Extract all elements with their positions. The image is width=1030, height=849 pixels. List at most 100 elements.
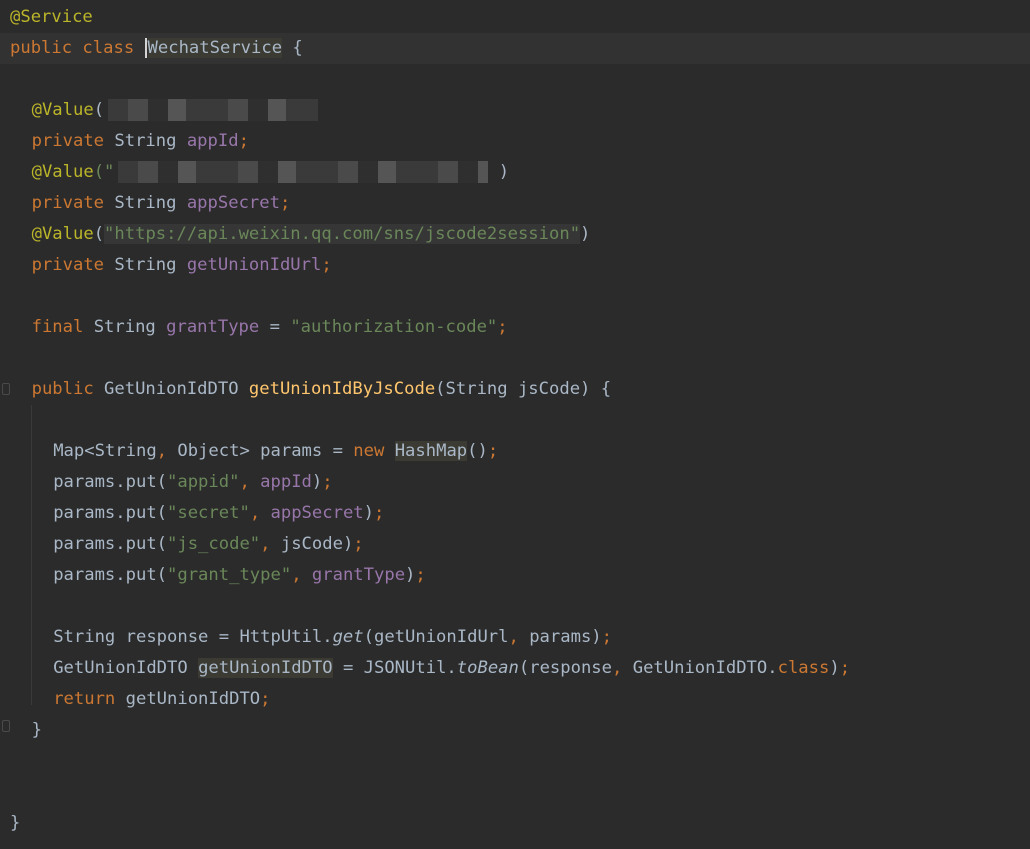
code-line[interactable]: String response = HttpUtil.get(getUnionI… (0, 622, 1030, 653)
code-line[interactable]: } (0, 715, 1030, 746)
code-line[interactable]: params.put("grant_type", grantType); (0, 560, 1030, 591)
code-token: String (114, 255, 187, 275)
code-token: ; (321, 255, 332, 275)
code-token: ; (279, 193, 291, 213)
code-line[interactable]: @Value( (0, 95, 1030, 126)
code-token: (response (518, 658, 613, 678)
code-token: ; (415, 565, 426, 585)
code-token: } (10, 813, 21, 833)
code-token: = (259, 317, 291, 337)
code-token: appSecret (270, 503, 364, 523)
code-token: WechatService (147, 38, 283, 58)
code-token: String (114, 193, 187, 213)
code-line[interactable] (0, 281, 1030, 312)
text-caret (144, 38, 147, 58)
code-token: ; (238, 131, 249, 151)
code-token: params.put( (53, 472, 168, 492)
code-token: getUnionIdDTO (198, 658, 333, 678)
code-token: grantType (166, 317, 260, 337)
code-line[interactable]: public class WechatService { (0, 33, 1030, 64)
code-token: public class (10, 38, 145, 58)
code-token: ) (580, 224, 591, 244)
code-token: (getUnionIdUrl (363, 627, 509, 647)
code-token: Map<String (53, 441, 157, 461)
code-line[interactable] (0, 64, 1030, 95)
code-token: , (291, 565, 312, 585)
code-token: } (31, 720, 42, 740)
code-token: "authorization-code" (290, 317, 498, 337)
code-token: @Value (31, 224, 94, 244)
code-token: GetUnionIdDTO (104, 379, 249, 399)
code-token: ) (829, 658, 840, 678)
code-token: getUnionIdUrl (186, 255, 322, 275)
code-line[interactable] (0, 343, 1030, 374)
code-token: @Value (31, 100, 94, 120)
code-line[interactable]: params.put("secret", appSecret); (0, 498, 1030, 529)
code-token: , (260, 534, 281, 554)
code-token: ; (839, 658, 851, 678)
code-token: (" (93, 162, 115, 182)
code-token: appSecret (186, 193, 280, 213)
code-token: appId (260, 472, 312, 492)
code-line[interactable]: @Value("https://api.weixin.qq.com/sns/js… (0, 219, 1030, 250)
code-line[interactable] (0, 746, 1030, 777)
code-line[interactable]: return getUnionIdDTO; (0, 684, 1030, 715)
code-token: ) (405, 565, 416, 585)
code-token: @Value (31, 162, 94, 182)
code-line[interactable]: public GetUnionIdDTO getUnionIdByJsCode(… (0, 374, 1030, 405)
code-token: String response = HttpUtil. (53, 627, 333, 647)
code-token: ( (93, 224, 105, 244)
code-token: String (114, 131, 187, 151)
code-token: ( (93, 100, 105, 120)
code-line[interactable]: @Value(" ) (0, 157, 1030, 188)
code-token: "https://api.weixin.qq.com/sns/jscode2se… (104, 224, 581, 244)
code-line[interactable] (0, 405, 1030, 436)
code-line[interactable]: @Service (0, 2, 1030, 33)
code-token: Object> params = (177, 441, 354, 461)
code-token: params) (529, 627, 602, 647)
code-line[interactable] (0, 591, 1030, 622)
code-editor[interactable]: @Service public class WechatService { @Val… (0, 0, 1030, 849)
code-line[interactable] (0, 777, 1030, 808)
code-token: return (53, 689, 126, 709)
code-token: ; (497, 317, 508, 337)
code-line[interactable]: private String appSecret; (0, 188, 1030, 219)
code-token: ; (260, 689, 271, 709)
code-token: , (612, 658, 633, 678)
code-token: ) (363, 503, 375, 523)
code-token: class (777, 658, 830, 678)
code-token: GetUnionIdDTO (53, 658, 199, 678)
code-line[interactable]: GetUnionIdDTO getUnionIdDTO = JSONUtil.t… (0, 653, 1030, 684)
code-token: "grant_type" (167, 565, 292, 585)
code-token: , (156, 441, 178, 461)
code-token: ) (488, 162, 510, 182)
code-token: private (31, 255, 115, 275)
code-token: getUnionIdByJsCode (248, 379, 436, 399)
code-line[interactable]: private String appId; (0, 126, 1030, 157)
code-token: "js_code" (167, 534, 261, 554)
code-token: ; (374, 503, 385, 523)
code-token: ; (322, 472, 333, 492)
code-token: getUnionIdDTO (125, 689, 261, 709)
code-token: params.put( (53, 565, 168, 585)
code-token: "secret" (167, 503, 250, 523)
code-line[interactable]: private String getUnionIdUrl; (0, 250, 1030, 281)
code-token: @Service (10, 7, 93, 27)
code-token: params.put( (53, 534, 168, 554)
code-token: () (467, 441, 488, 461)
code-token: = JSONUtil. (332, 658, 457, 678)
code-token: ; (487, 441, 499, 461)
redacted-value (108, 99, 319, 121)
code-token: params.put( (53, 503, 168, 523)
code-token: , (508, 627, 530, 647)
code-token: { (282, 38, 303, 58)
code-line[interactable]: final String grantType = "authorization-… (0, 312, 1030, 343)
code-token: private (31, 131, 115, 151)
code-line[interactable]: params.put("appid", appId); (0, 467, 1030, 498)
code-line[interactable]: Map<String, Object> params = new HashMap… (0, 436, 1030, 467)
code-token: GetUnionIdDTO. (632, 658, 778, 678)
code-line[interactable]: } (0, 808, 1030, 839)
code-line[interactable]: params.put("js_code", jsCode); (0, 529, 1030, 560)
code-token: grantType (311, 565, 406, 585)
code-token: String (93, 317, 167, 337)
